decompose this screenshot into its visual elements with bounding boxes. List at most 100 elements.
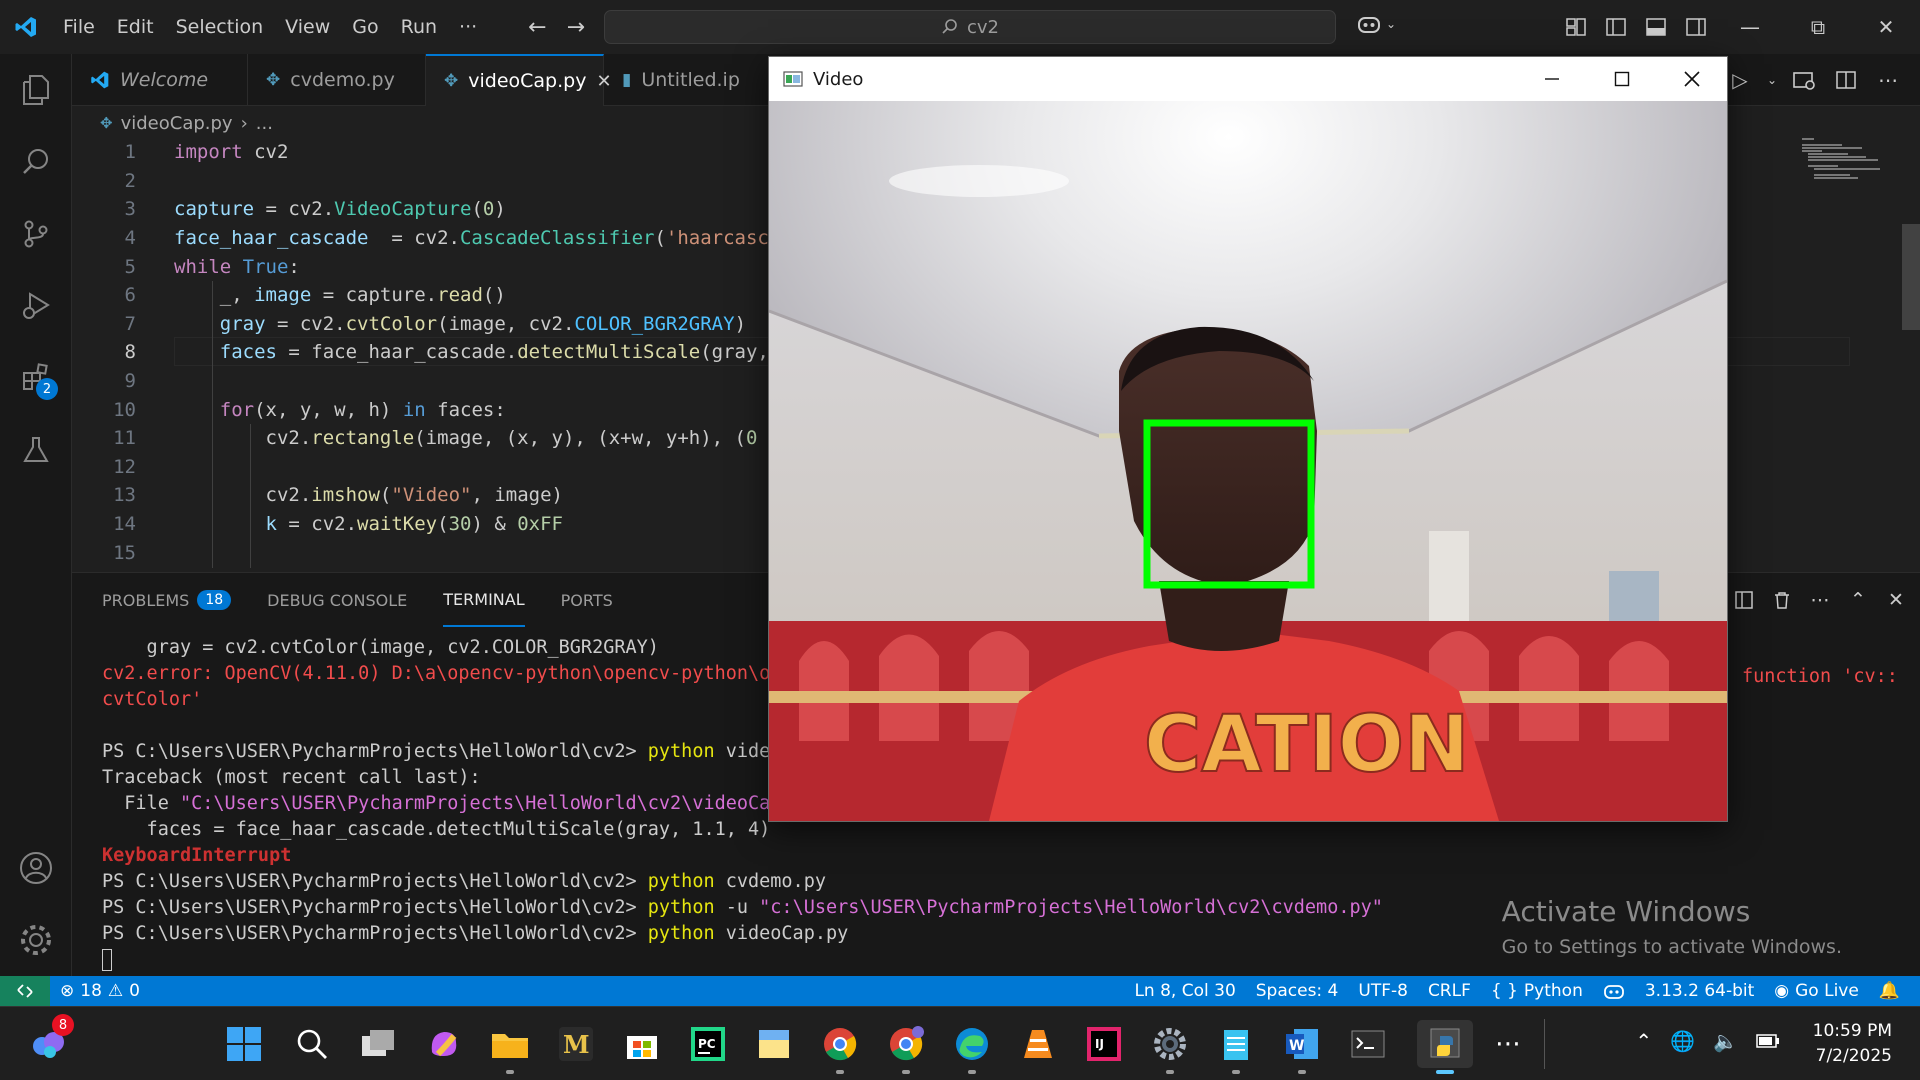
tab-welcome[interactable]: Welcome [72,54,248,106]
pycharm-icon[interactable]: PC [684,1020,732,1068]
menu-file[interactable]: File [52,0,106,54]
copilot-status-icon[interactable] [1593,982,1635,1000]
tab-ports[interactable]: PORTS [561,573,613,627]
breadcrumb-symbol[interactable]: ... [256,113,273,134]
copilot-taskbar-icon[interactable]: 8 [24,1014,74,1068]
run-debug-icon[interactable] [0,270,72,342]
mendeley-icon[interactable]: M [552,1020,600,1068]
copilot-menu[interactable]: ⌄ [1356,12,1396,36]
extensions-icon[interactable]: 2 [0,342,72,414]
tab-problems[interactable]: PROBLEMS 18 [102,573,232,627]
menu-go[interactable]: Go [341,0,389,54]
menu-selection[interactable]: Selection [165,0,275,54]
menu-edit[interactable]: Edit [106,0,165,54]
video-close-button[interactable] [1657,57,1727,101]
toggle-sidebar-icon[interactable] [1596,0,1636,54]
explorer-icon[interactable] [0,54,72,126]
customize-layout-icon[interactable] [1556,0,1596,54]
tab-terminal[interactable]: TERMINAL [443,573,525,627]
restore-button[interactable]: ⧉ [1784,0,1852,54]
braces-icon: { } [1490,981,1518,1001]
menu-view[interactable]: View [274,0,341,54]
kill-terminal-trash-icon[interactable] [1770,581,1794,619]
battery-icon[interactable] [1756,1029,1780,1053]
minimap[interactable] [1792,138,1902,198]
command-center-search[interactable]: cv2 [604,10,1336,44]
svg-text:W: W [1289,1038,1304,1054]
chrome-icon[interactable] [816,1020,864,1074]
editor-scrollbar[interactable] [1902,224,1920,330]
extensions-badge: 2 [36,378,58,400]
terminal-icon[interactable] [1344,1020,1392,1068]
testing-flask-icon[interactable] [0,414,72,486]
chrome-profile-icon[interactable] [882,1020,930,1074]
problems-status[interactable]: ⊗ 18 ⚠ 0 [50,981,150,1001]
chevron-up-icon[interactable]: ⌃ [1635,1029,1652,1053]
microsoft-store-icon[interactable] [618,1020,666,1068]
notepad-icon[interactable] [1212,1020,1260,1074]
overflow-more-icon[interactable]: ⋯ [1484,1020,1532,1068]
vlc-icon[interactable] [1014,1020,1062,1068]
title-bar: File Edit Selection View Go Run ··· ← → … [0,0,1920,54]
webcam-video-frame: CATION [769,101,1727,821]
clock[interactable]: 10:59 PM 7/2/2025 [1813,1019,1892,1069]
remote-indicator-icon[interactable] [0,976,50,1006]
edge-icon[interactable] [948,1020,996,1074]
video-minimize-button[interactable] [1517,57,1587,101]
back-arrow-icon[interactable]: ← [528,15,546,40]
indent-guide [250,424,251,568]
source-control-icon[interactable] [0,198,72,270]
terminal-cursor [102,949,112,971]
task-view-icon[interactable] [354,1020,402,1068]
intellij-icon[interactable]: IJ [1080,1020,1128,1068]
manage-gear-icon[interactable] [0,904,72,976]
tab-cvdemo[interactable]: ✥ cvdemo.py [248,54,426,106]
terminal-line: KeyboardInterrupt [102,845,292,866]
toggle-secondary-sidebar-icon[interactable] [1676,0,1716,54]
network-globe-icon[interactable]: 🌐 [1670,1029,1695,1053]
menu-run[interactable]: Run [390,0,448,54]
open-preview-icon[interactable] [1786,62,1822,98]
video-titlebar[interactable]: Video [769,57,1727,101]
encoding[interactable]: UTF-8 [1348,981,1418,1001]
m365-copilot-icon[interactable] [420,1020,468,1068]
start-windows-icon[interactable] [220,1020,268,1068]
tab-debug-console[interactable]: DEBUG CONSOLE [267,573,407,627]
split-terminal-icon[interactable] [1732,581,1756,619]
breadcrumb: ✥ videoCap.py › ... [100,108,273,138]
system-tray: ⌃ 🌐 🔈 [1635,1029,1780,1053]
close-panel-icon[interactable]: ✕ [1884,581,1908,619]
tab-videocap[interactable]: ✥ videoCap.py ✕ [426,54,612,106]
language-mode[interactable]: { } Python [1481,981,1593,1001]
maximize-panel-chevron-icon[interactable]: ⌃ [1846,581,1870,619]
split-editor-icon[interactable] [1828,62,1864,98]
run-chevron-down-icon[interactable]: ⌄ [1764,62,1780,98]
file-explorer-icon[interactable] [486,1020,534,1074]
video-window[interactable]: Video CATION [768,56,1728,822]
minimize-button[interactable]: — [1716,0,1784,54]
taskbar-search-icon[interactable] [288,1020,336,1068]
search-sidebar-icon[interactable] [0,126,72,198]
svg-text:PC: PC [698,1037,716,1051]
file-manager-icon[interactable] [750,1020,798,1068]
forward-arrow-icon[interactable]: → [567,15,585,40]
panel-more-icon[interactable]: ⋯ [1808,581,1832,619]
breadcrumb-file[interactable]: videoCap.py [121,113,233,134]
menu-more[interactable]: ··· [448,0,488,54]
go-live-button[interactable]: ◉ Go Live [1764,981,1869,1001]
speaker-icon[interactable]: 🔈 [1713,1029,1738,1053]
notifications-bell-icon[interactable]: 🔔 [1869,981,1910,1001]
settings-icon[interactable] [1146,1020,1194,1074]
word-icon[interactable]: W [1278,1020,1326,1074]
toggle-panel-icon[interactable] [1636,0,1676,54]
python-app-icon[interactable] [1417,1020,1473,1074]
end-of-line[interactable]: CRLF [1418,981,1481,1001]
close-window-button[interactable]: ✕ [1852,0,1920,54]
accounts-icon[interactable] [0,832,72,904]
indentation[interactable]: Spaces: 4 [1246,981,1349,1001]
video-maximize-button[interactable] [1587,57,1657,101]
python-interpreter[interactable]: 3.13.2 64-bit [1635,981,1764,1001]
cursor-position[interactable]: Ln 8, Col 30 [1124,981,1245,1001]
more-actions-icon[interactable]: ⋯ [1870,62,1906,98]
tab-untitled-notebook[interactable]: ▮ Untitled.ip [604,54,744,106]
